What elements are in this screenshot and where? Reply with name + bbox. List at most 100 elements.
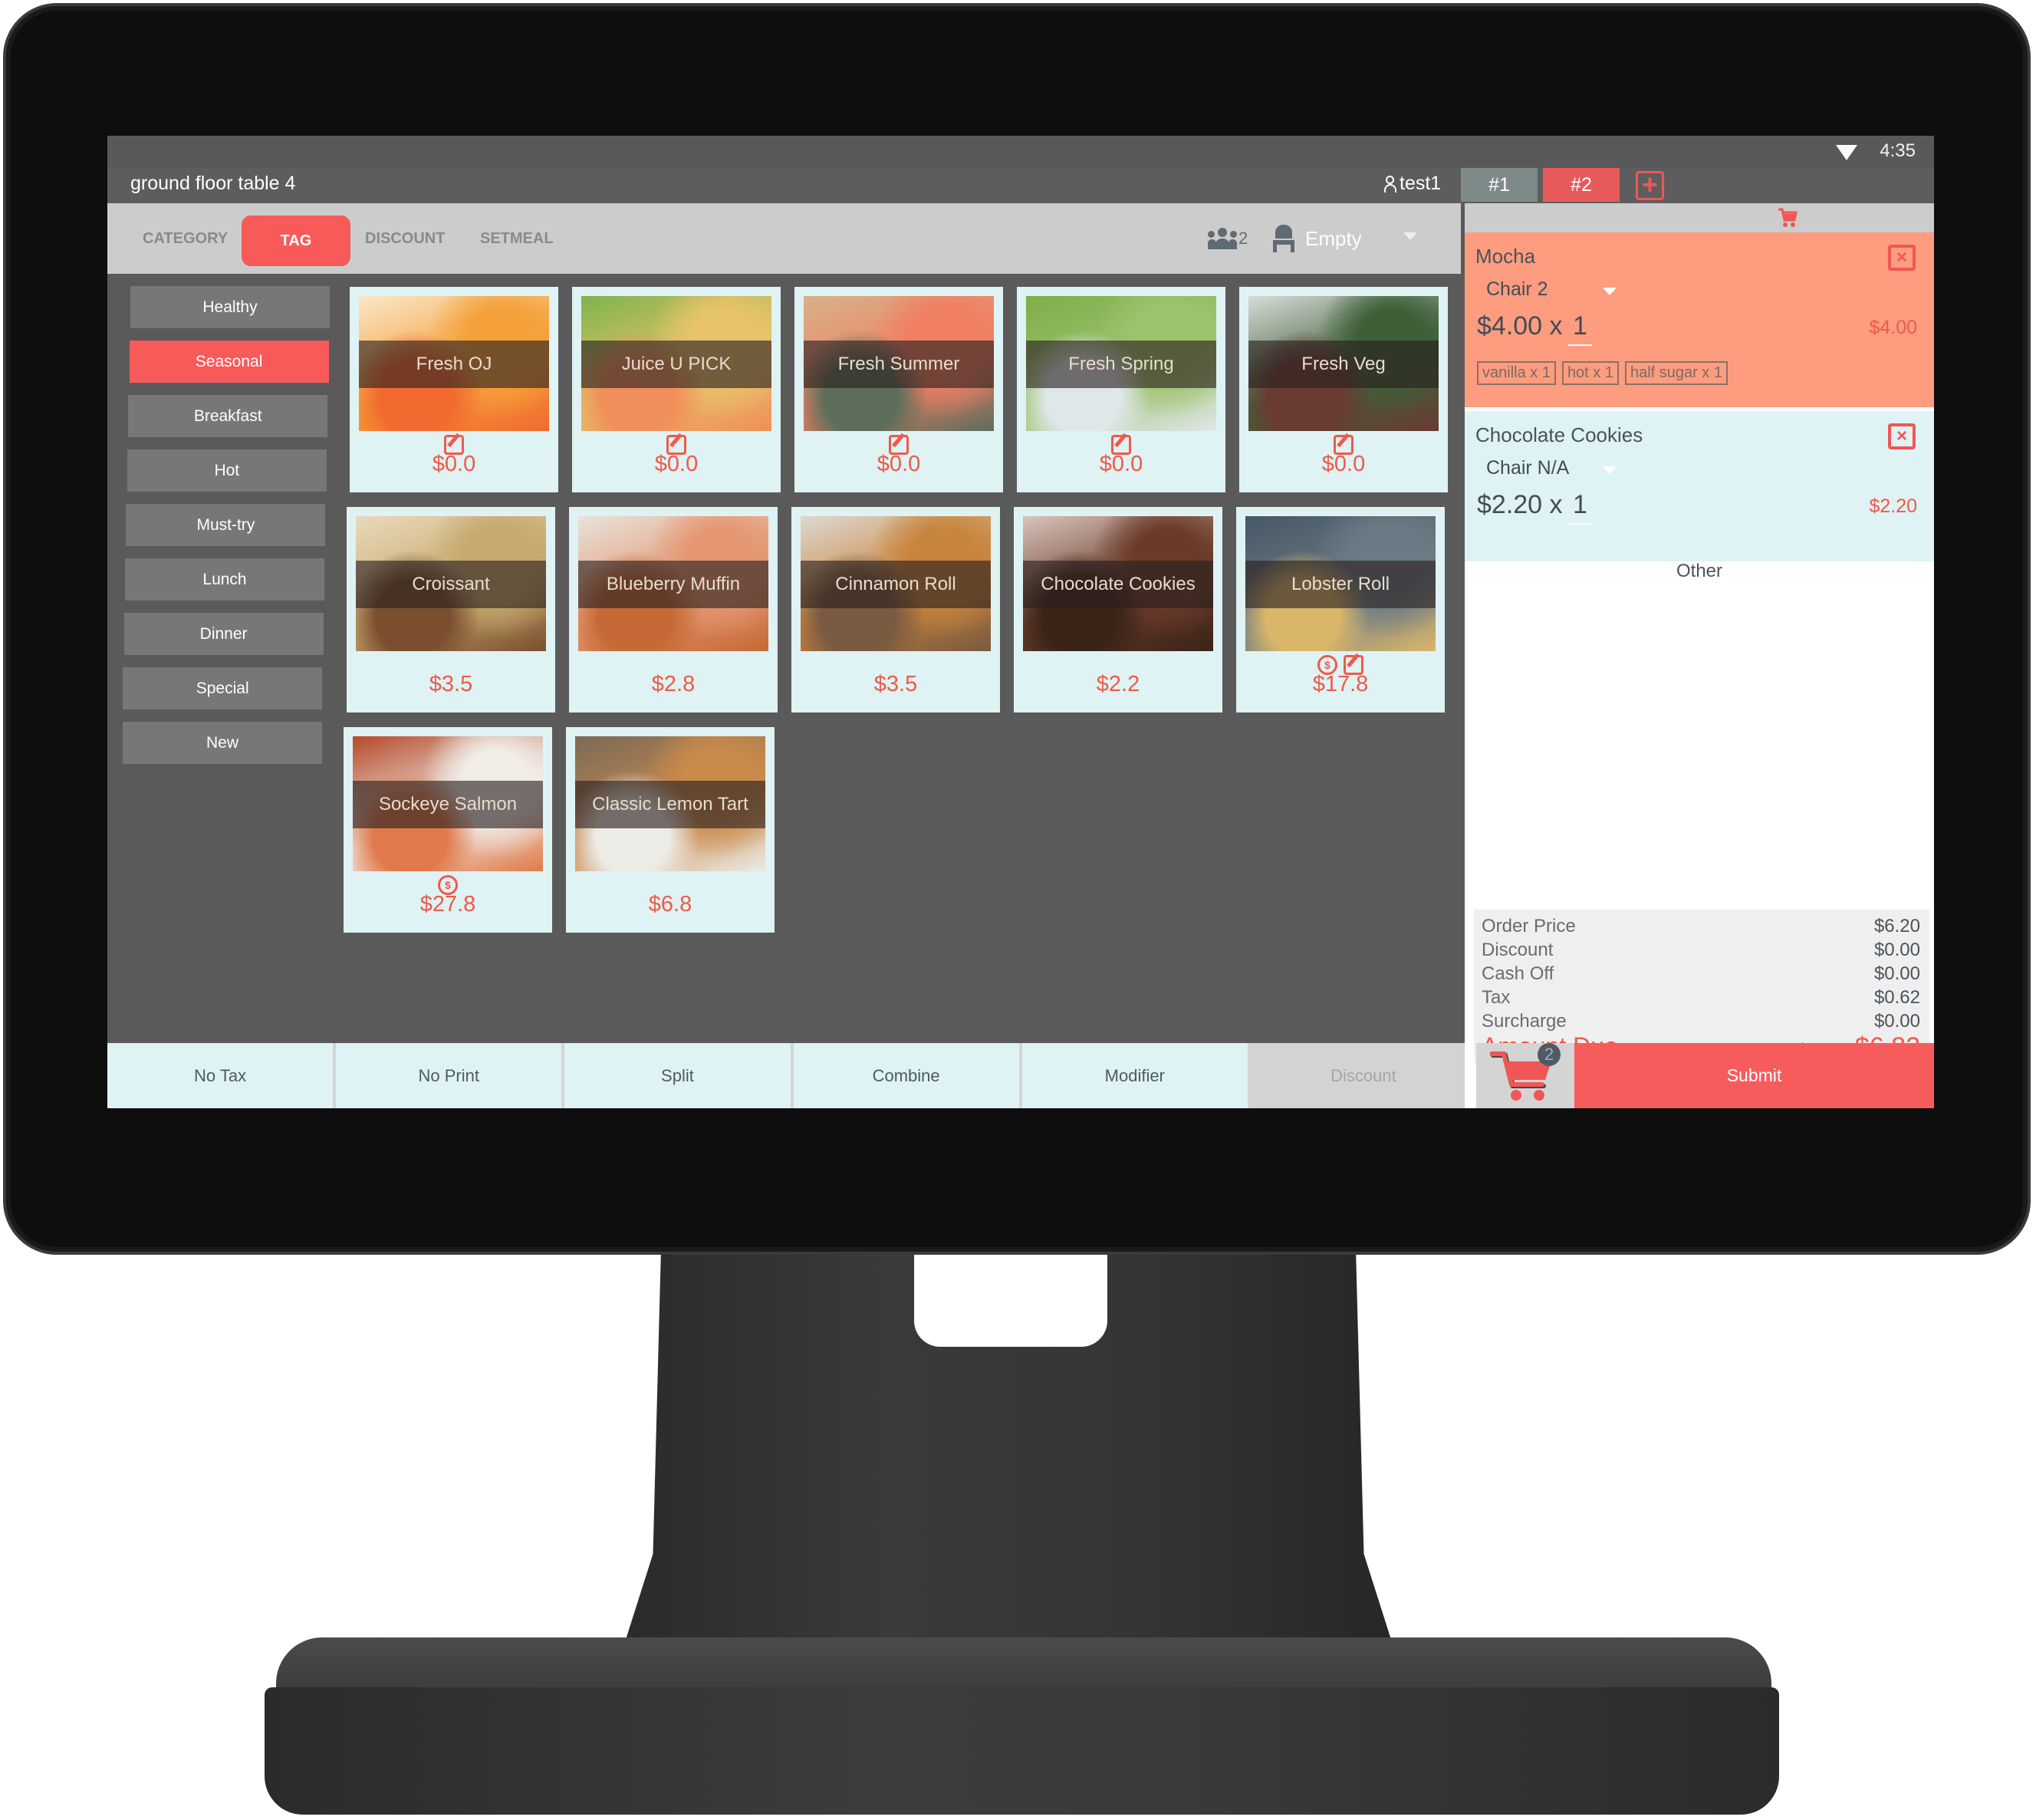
chevron-down-icon[interactable] [1603, 466, 1617, 474]
other-section-label: Other [1676, 561, 1723, 581]
modifier-chip[interactable]: vanilla x 1 [1477, 361, 1556, 385]
product-image: Blueberry Muffin [578, 516, 768, 651]
order-item-chair[interactable]: Chair N/A [1486, 457, 1569, 479]
order-item[interactable]: Chocolate Cookies × Chair N/A $2.20 x 1 … [1465, 411, 1934, 561]
status-time: 4:35 [1880, 140, 1916, 161]
sidebar-item-special[interactable]: Special [123, 667, 323, 709]
product-name: Fresh Spring [1026, 341, 1216, 388]
product-price: $0.0 [877, 452, 921, 476]
combine-button[interactable]: Combine [793, 1043, 1019, 1108]
status-bar: 4:35 [107, 136, 1934, 168]
user-account[interactable]: test1 [1384, 173, 1441, 195]
tab-setmeal[interactable]: SETMEAL [480, 203, 554, 274]
close-icon: × [1896, 247, 1907, 268]
product-card[interactable]: Blueberry Muffin $2.8 [569, 507, 778, 713]
product-card[interactable]: Lobster Roll $ $17.8 [1236, 507, 1445, 713]
product-name: Fresh Summer [804, 341, 994, 388]
product-image: Fresh Spring [1026, 296, 1216, 431]
sidebar-item-must-try[interactable]: Must-try [126, 504, 326, 546]
sidebar-item-lunch[interactable]: Lunch [125, 558, 324, 601]
product-price: $0.0 [1099, 452, 1143, 476]
remove-item-button[interactable]: × [1888, 245, 1916, 271]
people-icon [1208, 228, 1237, 249]
no-print-button[interactable]: No Print [336, 1043, 562, 1108]
product-name: Fresh OJ [359, 341, 549, 388]
modifier-list: vanilla x 1 hot x 1 half sugar x 1 [1477, 361, 1728, 385]
product-price: $0.0 [432, 452, 476, 476]
chair-select-value: Empty [1305, 226, 1362, 250]
sidebar-item-breakfast[interactable]: Breakfast [128, 395, 328, 437]
no-tax-button[interactable]: No Tax [107, 1043, 334, 1108]
tab-tag[interactable]: TAG [242, 216, 350, 266]
sidebar-item-new[interactable]: New [123, 722, 322, 764]
product-image: Sockeye Salmon [353, 736, 543, 871]
remove-item-button[interactable]: × [1888, 423, 1916, 449]
tab-discount[interactable]: DISCOUNT [365, 203, 445, 274]
order-item[interactable]: Mocha × Chair 2 $4.00 x 1 $4.00 vanilla … [1465, 232, 1934, 407]
product-card[interactable]: Fresh Spring $0.0 [1017, 287, 1225, 492]
product-image: Lobster Roll [1245, 516, 1436, 651]
product-price: $2.2 [1096, 672, 1140, 696]
product-name: Lobster Roll [1245, 561, 1436, 608]
product-price: $17.8 [1312, 672, 1369, 696]
product-name: Croissant [356, 561, 546, 608]
action-bar: No Tax No Print Split Combine Modifier Discou… [107, 1043, 1477, 1108]
order-item-quantity[interactable]: 1 [1568, 311, 1592, 346]
product-card[interactable]: Sockeye Salmon $ $27.8 [344, 727, 552, 933]
sidebar-item-healthy[interactable]: Healthy [130, 286, 330, 328]
product-card[interactable]: Croissant $3.5 [347, 507, 555, 713]
summary-label: Discount [1482, 940, 1554, 960]
add-order-button[interactable]: + [1636, 171, 1664, 200]
chair-select[interactable]: Empty [1273, 203, 1362, 274]
modifier-chip[interactable]: half sugar x 1 [1624, 361, 1728, 385]
product-price: $3.5 [873, 672, 918, 696]
summary-value: $0.62 [1873, 987, 1920, 1008]
modifier-chip[interactable]: hot x 1 [1561, 361, 1619, 385]
summary-label: Tax [1482, 987, 1511, 1008]
cart-icon [1778, 208, 1798, 227]
product-image: Fresh Veg [1248, 296, 1439, 431]
stand-base [265, 1687, 1779, 1815]
product-price: $0.0 [1321, 452, 1366, 476]
stand-cable-slot [914, 1255, 1107, 1347]
product-image: Cinnamon Roll [801, 516, 991, 651]
order-tab-1[interactable]: #1 [1461, 168, 1538, 202]
order-item-name: Chocolate Cookies [1475, 423, 1643, 446]
product-card[interactable]: Juice U PICK $0.0 [572, 287, 781, 492]
product-card[interactable]: Fresh OJ $0.0 [350, 287, 558, 492]
user-name: test1 [1400, 173, 1442, 194]
summary-value: $0.00 [1873, 1011, 1920, 1032]
modifier-button[interactable]: Modifier [1021, 1043, 1248, 1108]
chevron-down-icon[interactable] [1403, 232, 1417, 240]
split-button[interactable]: Split [564, 1043, 791, 1108]
user-icon [1384, 175, 1396, 193]
discount-button[interactable]: Discount [1250, 1043, 1477, 1108]
product-card[interactable]: Fresh Summer $0.0 [794, 287, 1003, 492]
order-item-chair[interactable]: Chair 2 [1486, 278, 1548, 301]
product-name: Juice U PICK [581, 341, 771, 388]
product-price: $27.8 [419, 892, 476, 917]
order-tab-2[interactable]: #2 [1543, 168, 1620, 202]
cart-count-badge: 2 [1538, 1043, 1561, 1066]
guest-count[interactable]: 2 [1208, 203, 1248, 274]
order-item-quantity[interactable]: 1 [1568, 490, 1592, 525]
product-card[interactable]: Cinnamon Roll $3.5 [791, 507, 1000, 713]
summary-value: $6.20 [1873, 916, 1920, 936]
product-image: Chocolate Cookies [1023, 516, 1213, 651]
product-image: Fresh OJ [359, 296, 549, 431]
order-panel: Mocha × Chair 2 $4.00 x 1 $4.00 vanilla … [1465, 203, 1934, 1108]
product-card[interactable]: Classic Lemon Tart $6.8 [566, 727, 775, 933]
tab-category[interactable]: CATEGORY [143, 203, 228, 274]
product-image: Classic Lemon Tart [575, 736, 765, 871]
chevron-down-icon[interactable] [1603, 288, 1617, 295]
close-icon: × [1896, 426, 1907, 446]
sidebar-item-seasonal[interactable]: Seasonal [129, 341, 329, 383]
submit-button[interactable]: Submit [1574, 1043, 1934, 1108]
summary-label: Cash Off [1482, 963, 1554, 984]
product-card[interactable]: Chocolate Cookies $2.2 [1014, 507, 1222, 713]
product-card[interactable]: Fresh Veg $0.0 [1239, 287, 1448, 492]
sidebar-item-dinner[interactable]: Dinner [123, 613, 324, 655]
sidebar-item-hot[interactable]: Hot [127, 449, 327, 492]
menu-toolbar: CATEGORY TAG DISCOUNT SETMEAL 2 Empty [107, 203, 1461, 274]
product-name: Chocolate Cookies [1023, 561, 1213, 608]
